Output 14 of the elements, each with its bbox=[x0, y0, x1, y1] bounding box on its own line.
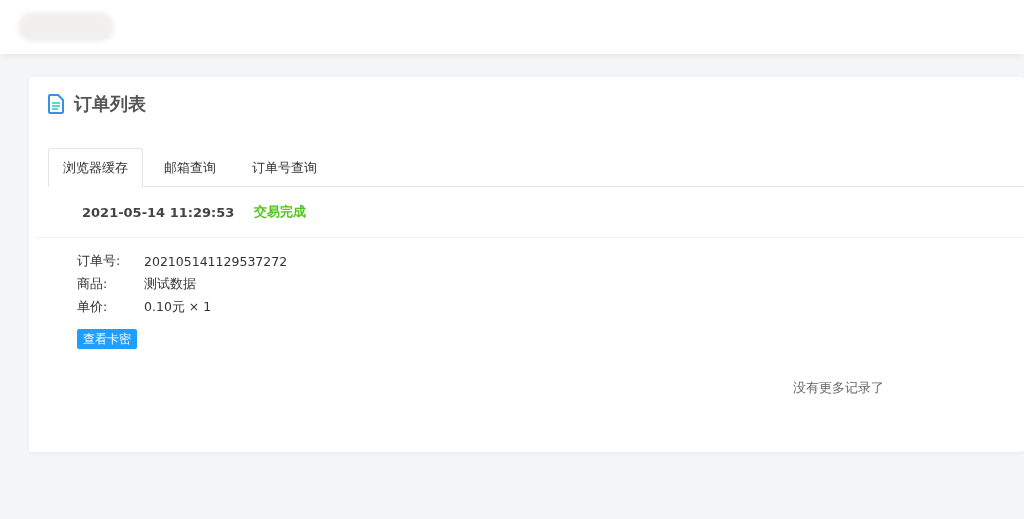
field-label: 订单号: bbox=[77, 253, 122, 270]
order-time: 2021-05-14 11:29:53 bbox=[82, 204, 235, 220]
field-label: 商品: bbox=[77, 276, 109, 293]
field-value: 0.10元 × 1 bbox=[144, 299, 212, 316]
field-value: 测试数据 bbox=[144, 276, 196, 293]
card-title: 订单列表 bbox=[74, 92, 146, 116]
tab[interactable]: 订单号查询 bbox=[237, 148, 332, 186]
order-status: 交易完成 bbox=[254, 203, 307, 221]
no-more-records-text: 没有更多记录了 bbox=[793, 380, 884, 395]
field-label: 单价: bbox=[77, 299, 109, 316]
tab[interactable]: 邮箱查询 bbox=[149, 148, 231, 186]
document-icon bbox=[48, 94, 64, 114]
field-value: 202105141129537272 bbox=[144, 254, 288, 269]
tab[interactable]: 浏览器缓存 bbox=[48, 148, 143, 187]
